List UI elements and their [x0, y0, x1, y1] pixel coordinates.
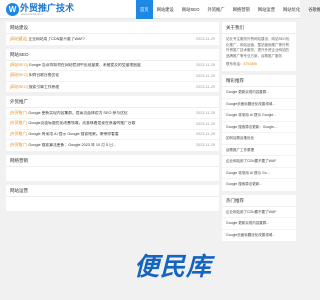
contact-phone: 联系电话：8791896: [222, 61, 296, 71]
panel-title[interactable]: 网站运营: [6, 185, 219, 197]
category-tag[interactable]: [外贸推广]: [10, 132, 27, 137]
panel-title[interactable]: 网站建设: [6, 22, 219, 34]
article-date: 2023-11-29: [195, 37, 215, 42]
article-date: 2023-11-29: [195, 143, 215, 148]
about-text: 站长专注服务外贸网站建设，网站SEO优化推广，网站运营，整站营销推广等外贸外贸推…: [226, 37, 290, 58]
category-tag[interactable]: [网站建设]: [10, 37, 27, 42]
side-list-item[interactable]: Google 将采用 AI 提示 Go...: [222, 168, 296, 179]
side-list-item[interactable]: Google 搜索算法更新...: [222, 179, 296, 191]
article-date: 2023-11-29: [195, 111, 215, 116]
nav-item-google[interactable]: 谷歌推广: [304, 0, 320, 19]
category-tag[interactable]: [网站SEO]: [10, 85, 28, 90]
main-content: 网站建设 [网站建设] 企业网站用了CDN要不要了WAF? 2023-11-29…: [6, 22, 219, 215]
category-tag[interactable]: [外贸推广]: [10, 111, 27, 116]
panel-title[interactable]: 网站SEO: [6, 49, 219, 61]
hot-title: 精彩推荐: [222, 75, 296, 87]
list-item[interactable]: [网站SEO] Google 告诉你如何在网站检测中出现量蒙、未被提及的受量地图…: [6, 61, 219, 72]
category-tag[interactable]: [网站SEO]: [10, 63, 28, 68]
side-list-item[interactable]: Google页面标题优化改善领域...: [222, 230, 296, 242]
hot-panel: 精彩推荐 Google 更新实现内容集群... Google页面标题优化改善领域…: [222, 75, 296, 191]
article-date: 2023-11-29: [195, 73, 215, 78]
logo-subtitle: www.hnrzsl.com: [21, 12, 43, 16]
side-list-item[interactable]: 如何谷歌谷推优化: [222, 133, 296, 145]
list-item[interactable]: [网站建设] 企业网站用了CDN要不要了WAF? 2023-11-29: [6, 34, 219, 45]
article-title[interactable]: Google 更新实现内容集群，提高页面体验为 SEO 参与优化: [28, 111, 193, 116]
category-tag[interactable]: [外贸推广]: [10, 143, 27, 148]
nav-item-marketing[interactable]: 网络营销: [229, 0, 254, 19]
phone-label: 联系电话：: [226, 62, 244, 66]
side-list-item[interactable]: 谷歌推广工作原理: [222, 145, 296, 156]
watermark-logo: 便民库: [133, 253, 212, 281]
logo-badge-icon: W: [6, 3, 19, 16]
panel-foreign-trade: 外贸推广 [外贸推广] Google 更新实现内容集群，提高页面体验为 SEO …: [6, 96, 219, 151]
panel-website-building: 网站建设 [网站建设] 企业网站用了CDN要不要了WAF? 2023-11-29: [6, 22, 219, 45]
panel-marketing: 网络营销: [6, 154, 219, 181]
article-date: 2023-11-29: [195, 85, 215, 90]
sidebar: 关于我们 站长专注服务外贸网站建设，网站SEO优化推广，网站运营，整站营销推广等…: [222, 22, 296, 245]
article-date: 2023-11-29: [195, 132, 215, 137]
side-list-item[interactable]: Google 更新实现内容集群...: [222, 218, 296, 230]
side-list-item[interactable]: 企业网站用了CDN要不要了WAF: [222, 156, 296, 168]
about-panel: 关于我们 站长专注服务外贸网站建设，网站SEO优化推广，网站运营，整站营销推广等…: [222, 22, 296, 71]
article-title[interactable]: 如何谷歌谷推优化: [29, 73, 193, 78]
site-logo[interactable]: W 外贸推广技术 www.hnrzsl.com: [6, 2, 74, 17]
nav-item-home[interactable]: 首页: [136, 0, 153, 19]
panel-title[interactable]: 网络营销: [6, 155, 219, 167]
side-list-item[interactable]: Google 更新实现内容集群...: [222, 87, 296, 99]
phone-number[interactable]: 8791896: [244, 62, 258, 66]
article-title[interactable]: Google 将采用 AI 提示 Google 搜索结果。来带你看看: [28, 132, 193, 137]
nav-item-seo[interactable]: 网站SEO: [178, 0, 204, 19]
list-item[interactable]: [网站SEO] 如何谷歌谷推优化 2023-11-29: [6, 71, 219, 82]
article-title[interactable]: Google 搜索算法更新：Google 2023 年 10 月 5 日...: [28, 143, 193, 148]
main-nav: 首页 网站建设 网站SEO 外贸推广 网络营销 网站运营 网站优化 谷歌推广: [136, 0, 320, 19]
panel-operation: 网站运营: [6, 184, 219, 211]
category-tag[interactable]: [网站SEO]: [10, 73, 28, 78]
list-item[interactable]: [外贸推广] Google 搜索算法更新：Google 2023 年 10 月 …: [6, 140, 219, 151]
side-list-item[interactable]: Google页面标题优化改善领域...: [222, 99, 296, 110]
article-title[interactable]: 企业网站用了CDN要不要了WAF?: [28, 37, 193, 42]
side-list-item[interactable]: 企业网站用了CDN要不要了WAF: [222, 207, 296, 218]
header: W 外贸推广技术 www.hnrzsl.com 首页 网站建设 网站SEO 外贸…: [0, 0, 320, 19]
nav-item-optimization[interactable]: 网站优化: [279, 0, 304, 19]
article-title[interactable]: Google页面标题优化改善领域，而意味着是现在原著的推广谷歌: [28, 121, 193, 126]
article-title[interactable]: 搜索引擎工作原理: [29, 85, 193, 90]
panel-seo: 网站SEO [网站SEO] Google 告诉你如何在网站检测中出现量蒙、未被提…: [6, 48, 219, 93]
nav-item-website-building[interactable]: 网站建设: [153, 0, 178, 19]
panel-title[interactable]: 外贸推广: [6, 96, 219, 109]
side-list-item[interactable]: Google 将采用 AI 提示 Google...: [222, 110, 296, 122]
tags-title: 热门推荐: [222, 195, 296, 207]
list-item[interactable]: [网站SEO] 搜索引擎工作原理 2023-11-29: [6, 82, 219, 93]
list-item[interactable]: [外贸推广] Google 更新实现内容集群，提高页面体验为 SEO 参与优化 …: [6, 108, 219, 119]
list-item[interactable]: [外贸推广] Google页面标题优化改善领域，而意味着是现在原著的推广谷歌 2…: [6, 119, 219, 130]
article-date: 2023-11-29: [195, 63, 215, 68]
article-title[interactable]: Google 告诉你如何在网站检测中出现量蒙、未被提及的受量地图量: [29, 63, 193, 68]
nav-item-foreign-trade[interactable]: 外贸推广: [203, 0, 228, 19]
about-title: 关于我们: [222, 22, 296, 34]
nav-item-operation[interactable]: 网站运营: [254, 0, 279, 19]
tags-panel: 热门推荐 企业网站用了CDN要不要了WAF Google 更新实现内容集群...…: [222, 194, 296, 242]
list-item[interactable]: [外贸推广] Google 将采用 AI 提示 Google 搜索结果。来带你看…: [6, 130, 219, 141]
article-date: 2023-11-29: [195, 121, 215, 126]
side-list-item[interactable]: Google 搜索算法更新：Google...: [222, 122, 296, 133]
category-tag[interactable]: [外贸推广]: [10, 121, 27, 126]
